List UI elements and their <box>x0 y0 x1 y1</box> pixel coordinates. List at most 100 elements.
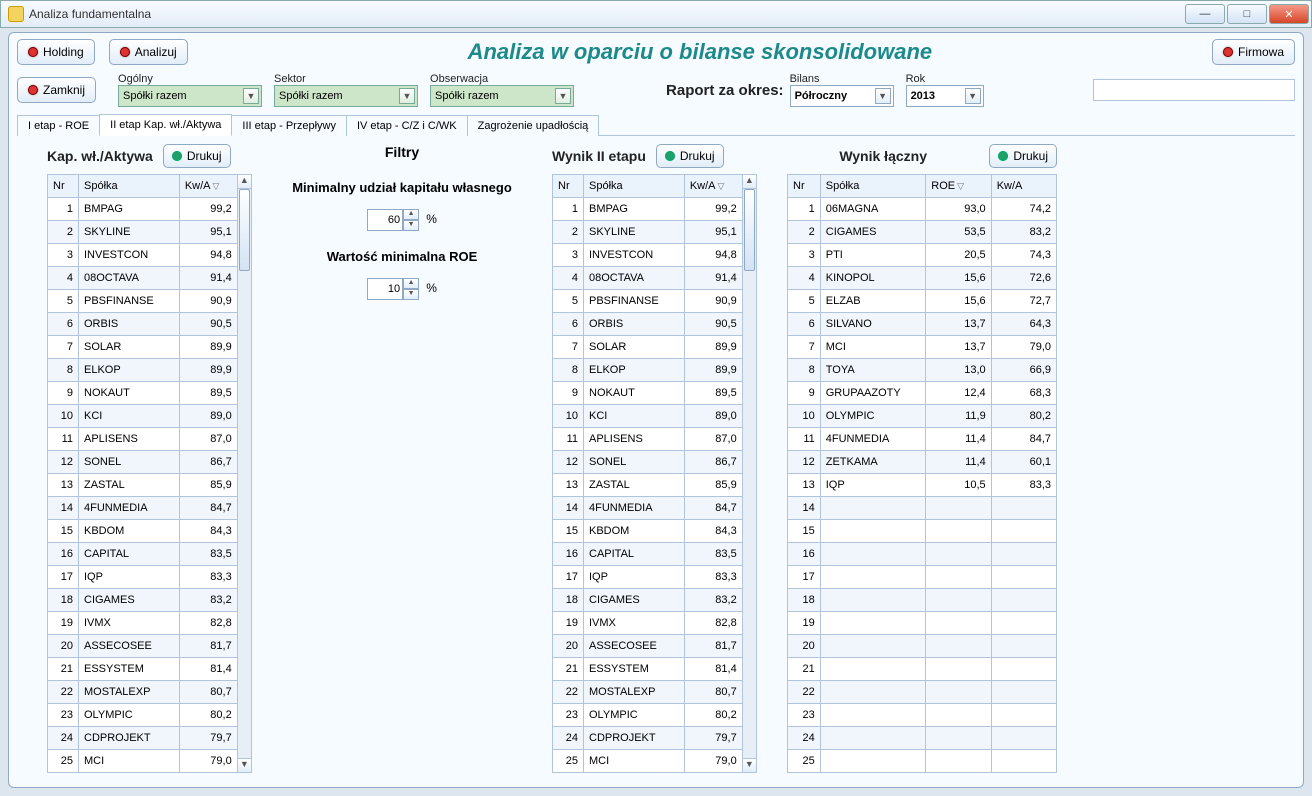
tab-1[interactable]: II etap Kap. wł./Aktywa <box>99 114 232 136</box>
table-row[interactable]: 6ORBIS90,5 <box>553 313 743 336</box>
table-row[interactable]: 13ZASTAL85,9 <box>48 474 238 497</box>
table-row[interactable]: 19IVMX82,8 <box>553 612 743 635</box>
col-header[interactable]: Kw/A <box>991 175 1056 198</box>
col-header[interactable]: Kw/A▽ <box>179 175 237 198</box>
minimize-button[interactable]: — <box>1185 4 1225 24</box>
up-icon[interactable]: ▲ <box>403 278 419 289</box>
table-row[interactable]: 13IQP10,583,3 <box>788 474 1057 497</box>
table-row[interactable]: 5PBSFINANSE90,9 <box>553 290 743 313</box>
col-header[interactable]: Nr <box>553 175 584 198</box>
t1-print-button[interactable]: Drukuj <box>163 144 231 168</box>
table-row[interactable]: 15KBDOM84,3 <box>48 520 238 543</box>
t3-print-button[interactable]: Drukuj <box>989 144 1057 168</box>
obserwacja-combo[interactable]: Spółki razem▼ <box>430 85 574 107</box>
filter2-stepper[interactable]: ▲▼ <box>367 278 419 300</box>
zamknij-button[interactable]: Zamknij <box>17 77 96 103</box>
col-header[interactable]: ROE▽ <box>926 175 991 198</box>
maximize-button[interactable]: □ <box>1227 4 1267 24</box>
table-row[interactable]: 2SKYLINE95,1 <box>48 221 238 244</box>
table-row[interactable]: 20 <box>788 635 1057 658</box>
table-row[interactable]: 144FUNMEDIA84,7 <box>48 497 238 520</box>
table-row[interactable]: 6SILVANO13,764,3 <box>788 313 1057 336</box>
table-row[interactable]: 24CDPROJEKT79,7 <box>48 727 238 750</box>
table-row[interactable]: 25MCI79,0 <box>48 750 238 773</box>
table-row[interactable]: 2CIGAMES53,583,2 <box>788 221 1057 244</box>
table-row[interactable]: 5PBSFINANSE90,9 <box>48 290 238 313</box>
table-row[interactable]: 10KCI89,0 <box>553 405 743 428</box>
table-row[interactable]: 20ASSECOSEE81,7 <box>48 635 238 658</box>
table-row[interactable]: 408OCTAVA91,4 <box>553 267 743 290</box>
table-row[interactable]: 25MCI79,0 <box>553 750 743 773</box>
table-row[interactable]: 9GRUPAAZOTY12,468,3 <box>788 382 1057 405</box>
table-row[interactable]: 13ZASTAL85,9 <box>553 474 743 497</box>
table-row[interactable]: 22MOSTALEXP80,7 <box>48 681 238 704</box>
ogolny-combo[interactable]: Spółki razem▼ <box>118 85 262 107</box>
tab-4[interactable]: Zagrożenie upadłością <box>467 115 600 136</box>
table-row[interactable]: 17 <box>788 566 1057 589</box>
table-row[interactable]: 1BMPAG99,2 <box>48 198 238 221</box>
table-row[interactable]: 23OLYMPIC80,2 <box>48 704 238 727</box>
down-icon[interactable]: ▼ <box>403 220 419 231</box>
table-row[interactable]: 5ELZAB15,672,7 <box>788 290 1057 313</box>
rok-combo[interactable]: 2013▼ <box>906 85 984 107</box>
table-row[interactable]: 408OCTAVA91,4 <box>48 267 238 290</box>
table-row[interactable]: 6ORBIS90,5 <box>48 313 238 336</box>
table-row[interactable]: 15KBDOM84,3 <box>553 520 743 543</box>
table-row[interactable]: 21 <box>788 658 1057 681</box>
table-row[interactable]: 8ELKOP89,9 <box>48 359 238 382</box>
table-row[interactable]: 12SONEL86,7 <box>553 451 743 474</box>
table-row[interactable]: 1BMPAG99,2 <box>553 198 743 221</box>
table-row[interactable]: 3INVESTCON94,8 <box>553 244 743 267</box>
table-row[interactable]: 22 <box>788 681 1057 704</box>
col-header[interactable]: Nr <box>788 175 821 198</box>
table-row[interactable]: 24 <box>788 727 1057 750</box>
bilans-combo[interactable]: Półroczny▼ <box>790 85 894 107</box>
table-row[interactable]: 21ESSYSTEM81,4 <box>553 658 743 681</box>
t1-scrollbar[interactable]: ▲▼ <box>238 174 252 773</box>
up-icon[interactable]: ▲ <box>403 209 419 220</box>
search-input[interactable] <box>1093 79 1295 101</box>
table-row[interactable]: 22MOSTALEXP80,7 <box>553 681 743 704</box>
table-row[interactable]: 18 <box>788 589 1057 612</box>
tab-0[interactable]: I etap - ROE <box>17 115 100 136</box>
table-row[interactable]: 19 <box>788 612 1057 635</box>
table-row[interactable]: 18CIGAMES83,2 <box>48 589 238 612</box>
firmowa-button[interactable]: Firmowa <box>1212 39 1295 65</box>
table-row[interactable]: 7SOLAR89,9 <box>553 336 743 359</box>
table-row[interactable]: 9NOKAUT89,5 <box>48 382 238 405</box>
table-row[interactable]: 16CAPITAL83,5 <box>553 543 743 566</box>
table-row[interactable]: 24CDPROJEKT79,7 <box>553 727 743 750</box>
table-row[interactable]: 23OLYMPIC80,2 <box>553 704 743 727</box>
table-row[interactable]: 17IQP83,3 <box>48 566 238 589</box>
table-row[interactable]: 14 <box>788 497 1057 520</box>
table-row[interactable]: 106MAGNA93,074,2 <box>788 198 1057 221</box>
table-row[interactable]: 15 <box>788 520 1057 543</box>
filter2-input[interactable] <box>367 278 403 300</box>
table-row[interactable]: 9NOKAUT89,5 <box>553 382 743 405</box>
table-row[interactable]: 8TOYA13,066,9 <box>788 359 1057 382</box>
table-row[interactable]: 7SOLAR89,9 <box>48 336 238 359</box>
table-row[interactable]: 19IVMX82,8 <box>48 612 238 635</box>
close-window-button[interactable]: ✕ <box>1269 4 1309 24</box>
table-row[interactable]: 8ELKOP89,9 <box>553 359 743 382</box>
table-row[interactable]: 10OLYMPIC11,980,2 <box>788 405 1057 428</box>
col-header[interactable]: Spółka <box>820 175 926 198</box>
tab-3[interactable]: IV etap - C/Z i C/WK <box>346 115 468 136</box>
filter1-stepper[interactable]: ▲▼ <box>367 209 419 231</box>
table-row[interactable]: 10KCI89,0 <box>48 405 238 428</box>
table-row[interactable]: 2SKYLINE95,1 <box>553 221 743 244</box>
table-row[interactable]: 21ESSYSTEM81,4 <box>48 658 238 681</box>
t2-print-button[interactable]: Drukuj <box>656 144 724 168</box>
col-header[interactable]: Kw/A▽ <box>684 175 742 198</box>
down-icon[interactable]: ▼ <box>403 289 419 300</box>
table-row[interactable]: 12SONEL86,7 <box>48 451 238 474</box>
table-row[interactable]: 7MCI13,779,0 <box>788 336 1057 359</box>
analizuj-button[interactable]: Analizuj <box>109 39 188 65</box>
col-header[interactable]: Nr <box>48 175 79 198</box>
table-row[interactable]: 17IQP83,3 <box>553 566 743 589</box>
holding-button[interactable]: Holding <box>17 39 95 65</box>
table-row[interactable]: 11APLISENS87,0 <box>48 428 238 451</box>
table-row[interactable]: 3INVESTCON94,8 <box>48 244 238 267</box>
table-row[interactable]: 3PTI20,574,3 <box>788 244 1057 267</box>
col-header[interactable]: Spółka <box>79 175 180 198</box>
